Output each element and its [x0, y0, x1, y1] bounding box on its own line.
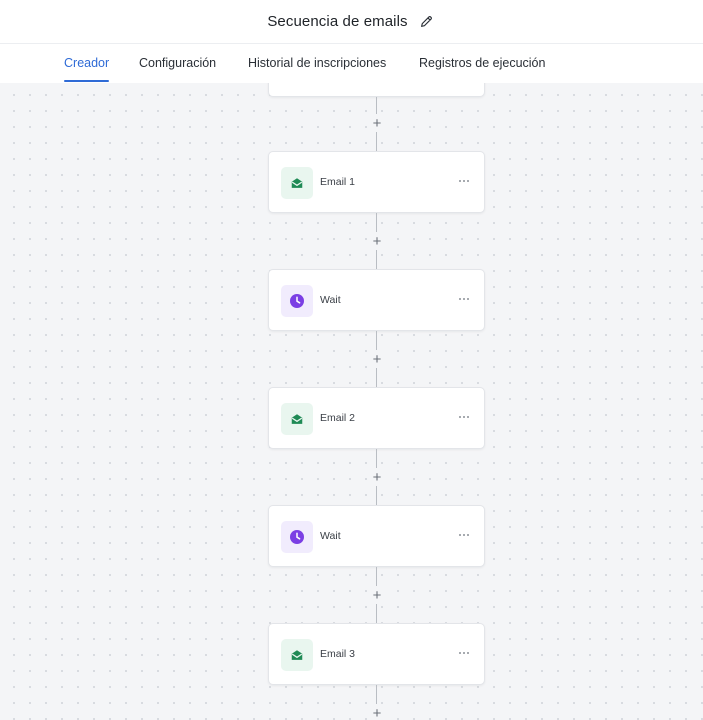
workflow-canvas[interactable]: + Email 1 + Wait + Email 2 + Wait + Emai… — [0, 83, 703, 720]
clock-icon — [290, 294, 304, 308]
tab-bar: Creador Configuración Historial de inscr… — [0, 44, 703, 83]
step-label: Wait — [320, 530, 341, 542]
step-more-button[interactable] — [456, 173, 472, 189]
page-title: Secuencia de emails — [267, 13, 408, 30]
add-step-button[interactable]: + — [368, 704, 386, 720]
step-icon-badge — [281, 521, 313, 553]
workflow-step-wait[interactable]: Wait — [268, 269, 485, 331]
workflow-step-email[interactable]: Email 1 — [268, 151, 485, 213]
step-more-button[interactable] — [456, 527, 472, 543]
step-label: Wait — [320, 294, 341, 306]
workflow-step-wait[interactable]: Wait — [268, 505, 485, 567]
tab-configuracion[interactable]: Configuración — [139, 44, 216, 83]
more-dots-icon — [459, 180, 461, 182]
tab-registros-ejecucion[interactable]: Registros de ejecución — [419, 44, 545, 83]
page-header: Secuencia de emails — [0, 0, 703, 44]
add-step-button[interactable]: + — [368, 350, 386, 368]
add-step-button[interactable]: + — [368, 114, 386, 132]
tab-creador[interactable]: Creador — [64, 44, 110, 83]
more-dots-icon — [459, 534, 461, 536]
step-label: Email 1 — [320, 176, 356, 188]
step-icon-badge — [281, 285, 313, 317]
step-more-button[interactable] — [456, 291, 472, 307]
clock-icon — [290, 530, 304, 544]
step-icon-badge — [281, 167, 313, 199]
workflow-step-email[interactable]: Email 2 — [268, 387, 485, 449]
add-step-button[interactable]: + — [368, 232, 386, 250]
more-dots-icon — [459, 298, 461, 300]
step-label: Email 2 — [320, 412, 356, 424]
envelope-open-icon — [291, 178, 303, 188]
tab-historial-inscripciones[interactable]: Historial de inscripciones — [248, 44, 386, 83]
envelope-open-icon — [291, 414, 303, 424]
edit-title-button[interactable] — [418, 13, 436, 31]
step-label: Email 3 — [320, 648, 356, 660]
more-dots-icon — [459, 416, 461, 418]
step-icon-badge — [281, 639, 313, 671]
pencil-icon — [421, 16, 433, 27]
step-more-button[interactable] — [456, 645, 472, 661]
envelope-open-icon — [291, 650, 303, 660]
workflow-step-email[interactable]: Email 3 — [268, 623, 485, 685]
add-step-button[interactable]: + — [368, 468, 386, 486]
more-dots-icon — [459, 652, 461, 654]
add-step-button[interactable]: + — [368, 586, 386, 604]
trigger-node[interactable] — [268, 83, 485, 97]
step-more-button[interactable] — [456, 409, 472, 425]
step-icon-badge — [281, 403, 313, 435]
